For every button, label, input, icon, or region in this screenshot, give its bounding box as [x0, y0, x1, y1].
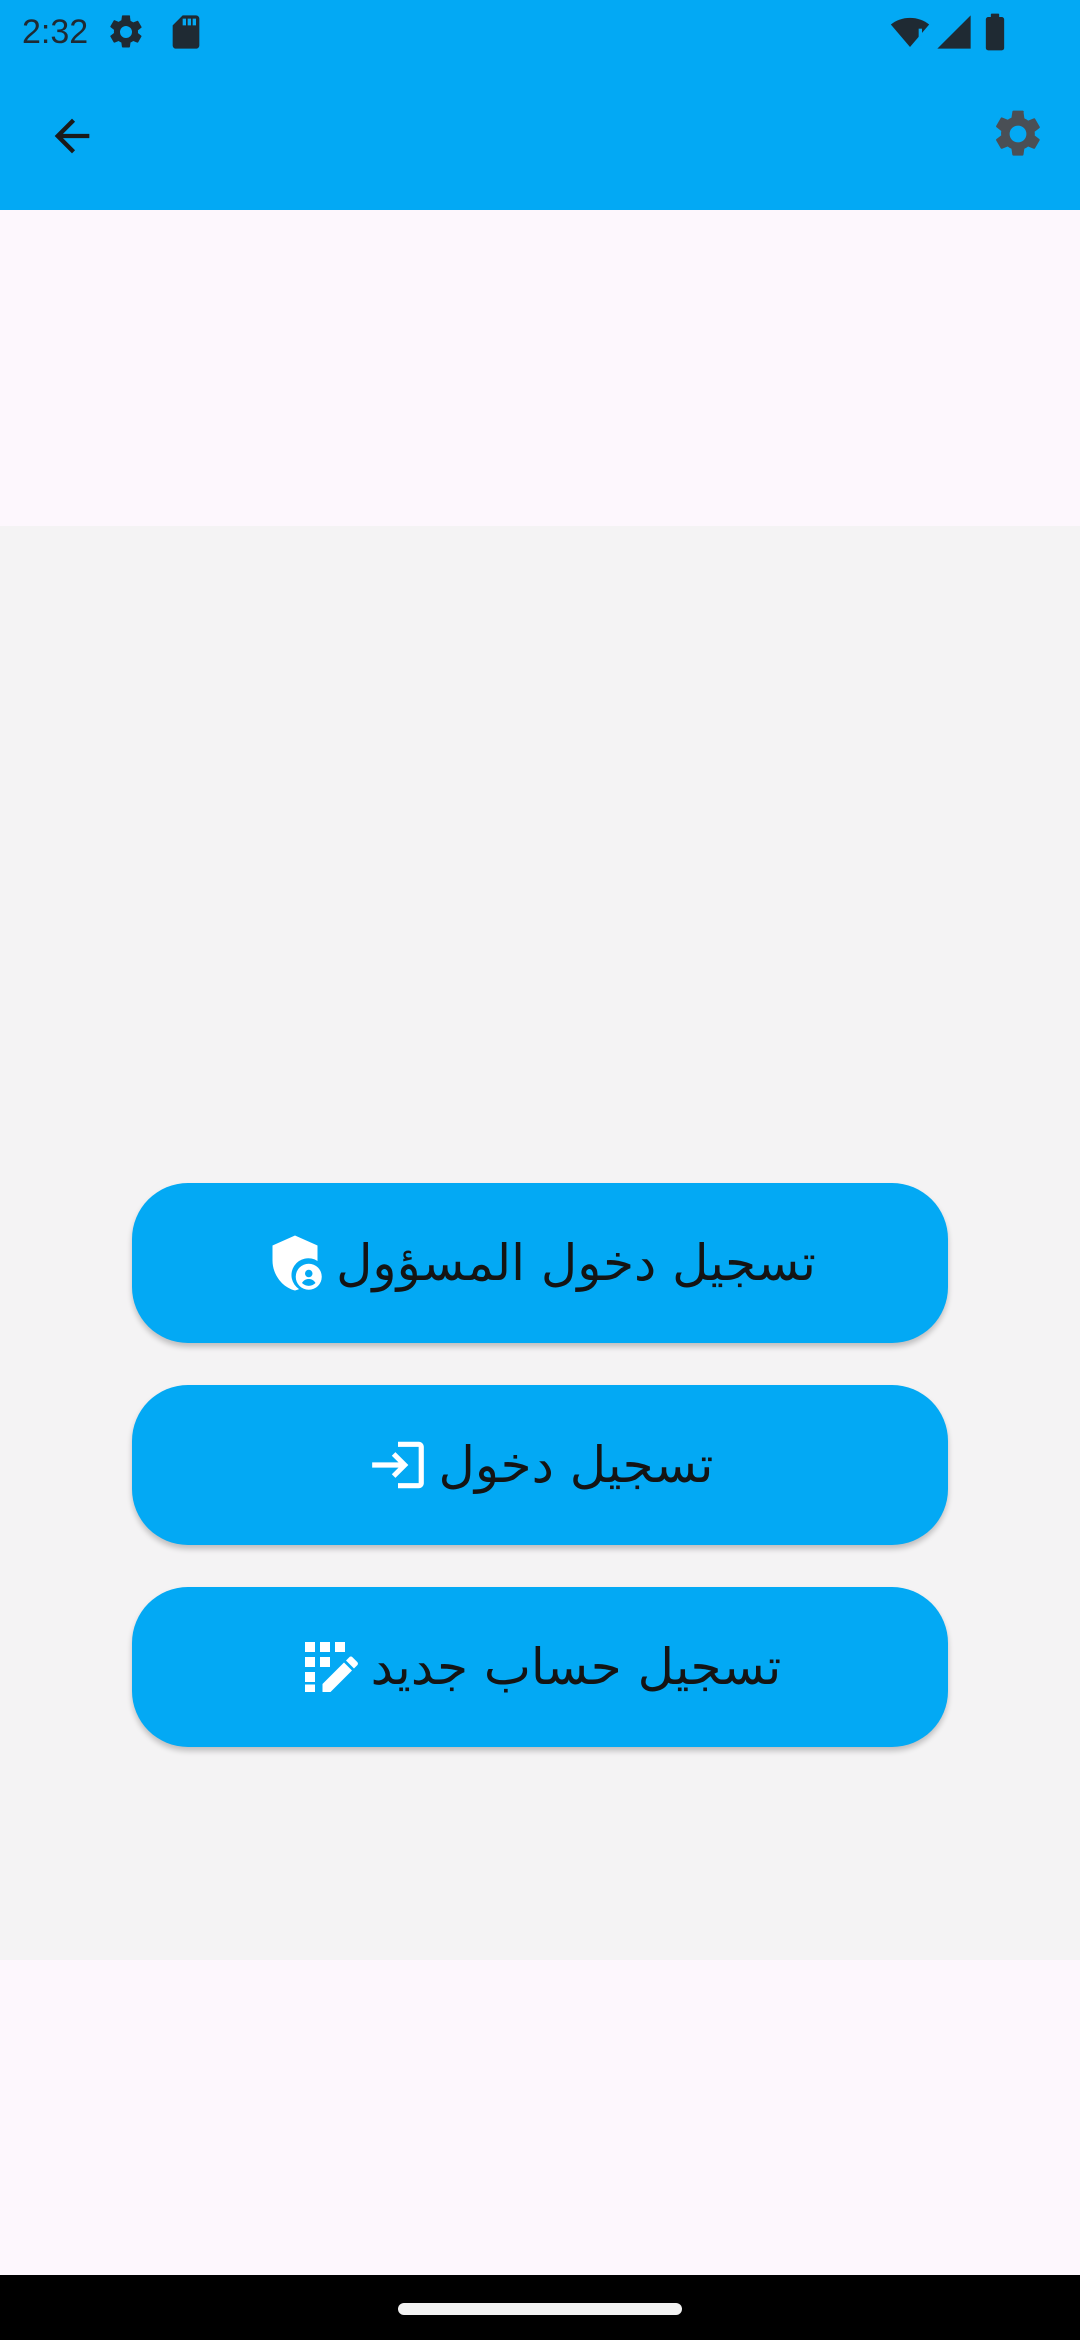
- app-registration-icon: [299, 1636, 361, 1698]
- settings-button[interactable]: [982, 100, 1054, 172]
- login-button[interactable]: تسجيل دخول: [132, 1385, 948, 1545]
- login-label: تسجيل دخول: [438, 1436, 714, 1494]
- register-button[interactable]: تسجيل حساب جديد: [132, 1587, 948, 1747]
- sd-card-icon: [166, 12, 206, 52]
- wifi-icon: [888, 12, 930, 52]
- arrow-back-icon: [46, 110, 98, 166]
- app-bar: [0, 62, 1080, 210]
- battery-icon: [980, 12, 1020, 52]
- admin-login-button[interactable]: تسجيل دخول المسؤول: [132, 1183, 948, 1343]
- signal-icon: [934, 12, 974, 52]
- status-time: 2:32: [22, 13, 89, 51]
- status-bar: 2:32: [0, 0, 1080, 62]
- admin-login-label: تسجيل دخول المسؤول: [336, 1234, 816, 1292]
- navigation-bar: [0, 2275, 1080, 2340]
- home-gesture-handle[interactable]: [398, 2303, 682, 2315]
- register-label: تسجيل حساب جديد: [370, 1638, 782, 1696]
- back-button[interactable]: [36, 102, 108, 174]
- header-panel: [0, 210, 1080, 526]
- gear-icon: [990, 106, 1046, 166]
- login-icon: [367, 1434, 429, 1496]
- admin-shield-icon: [264, 1232, 326, 1294]
- settings-gear-icon: [106, 12, 146, 52]
